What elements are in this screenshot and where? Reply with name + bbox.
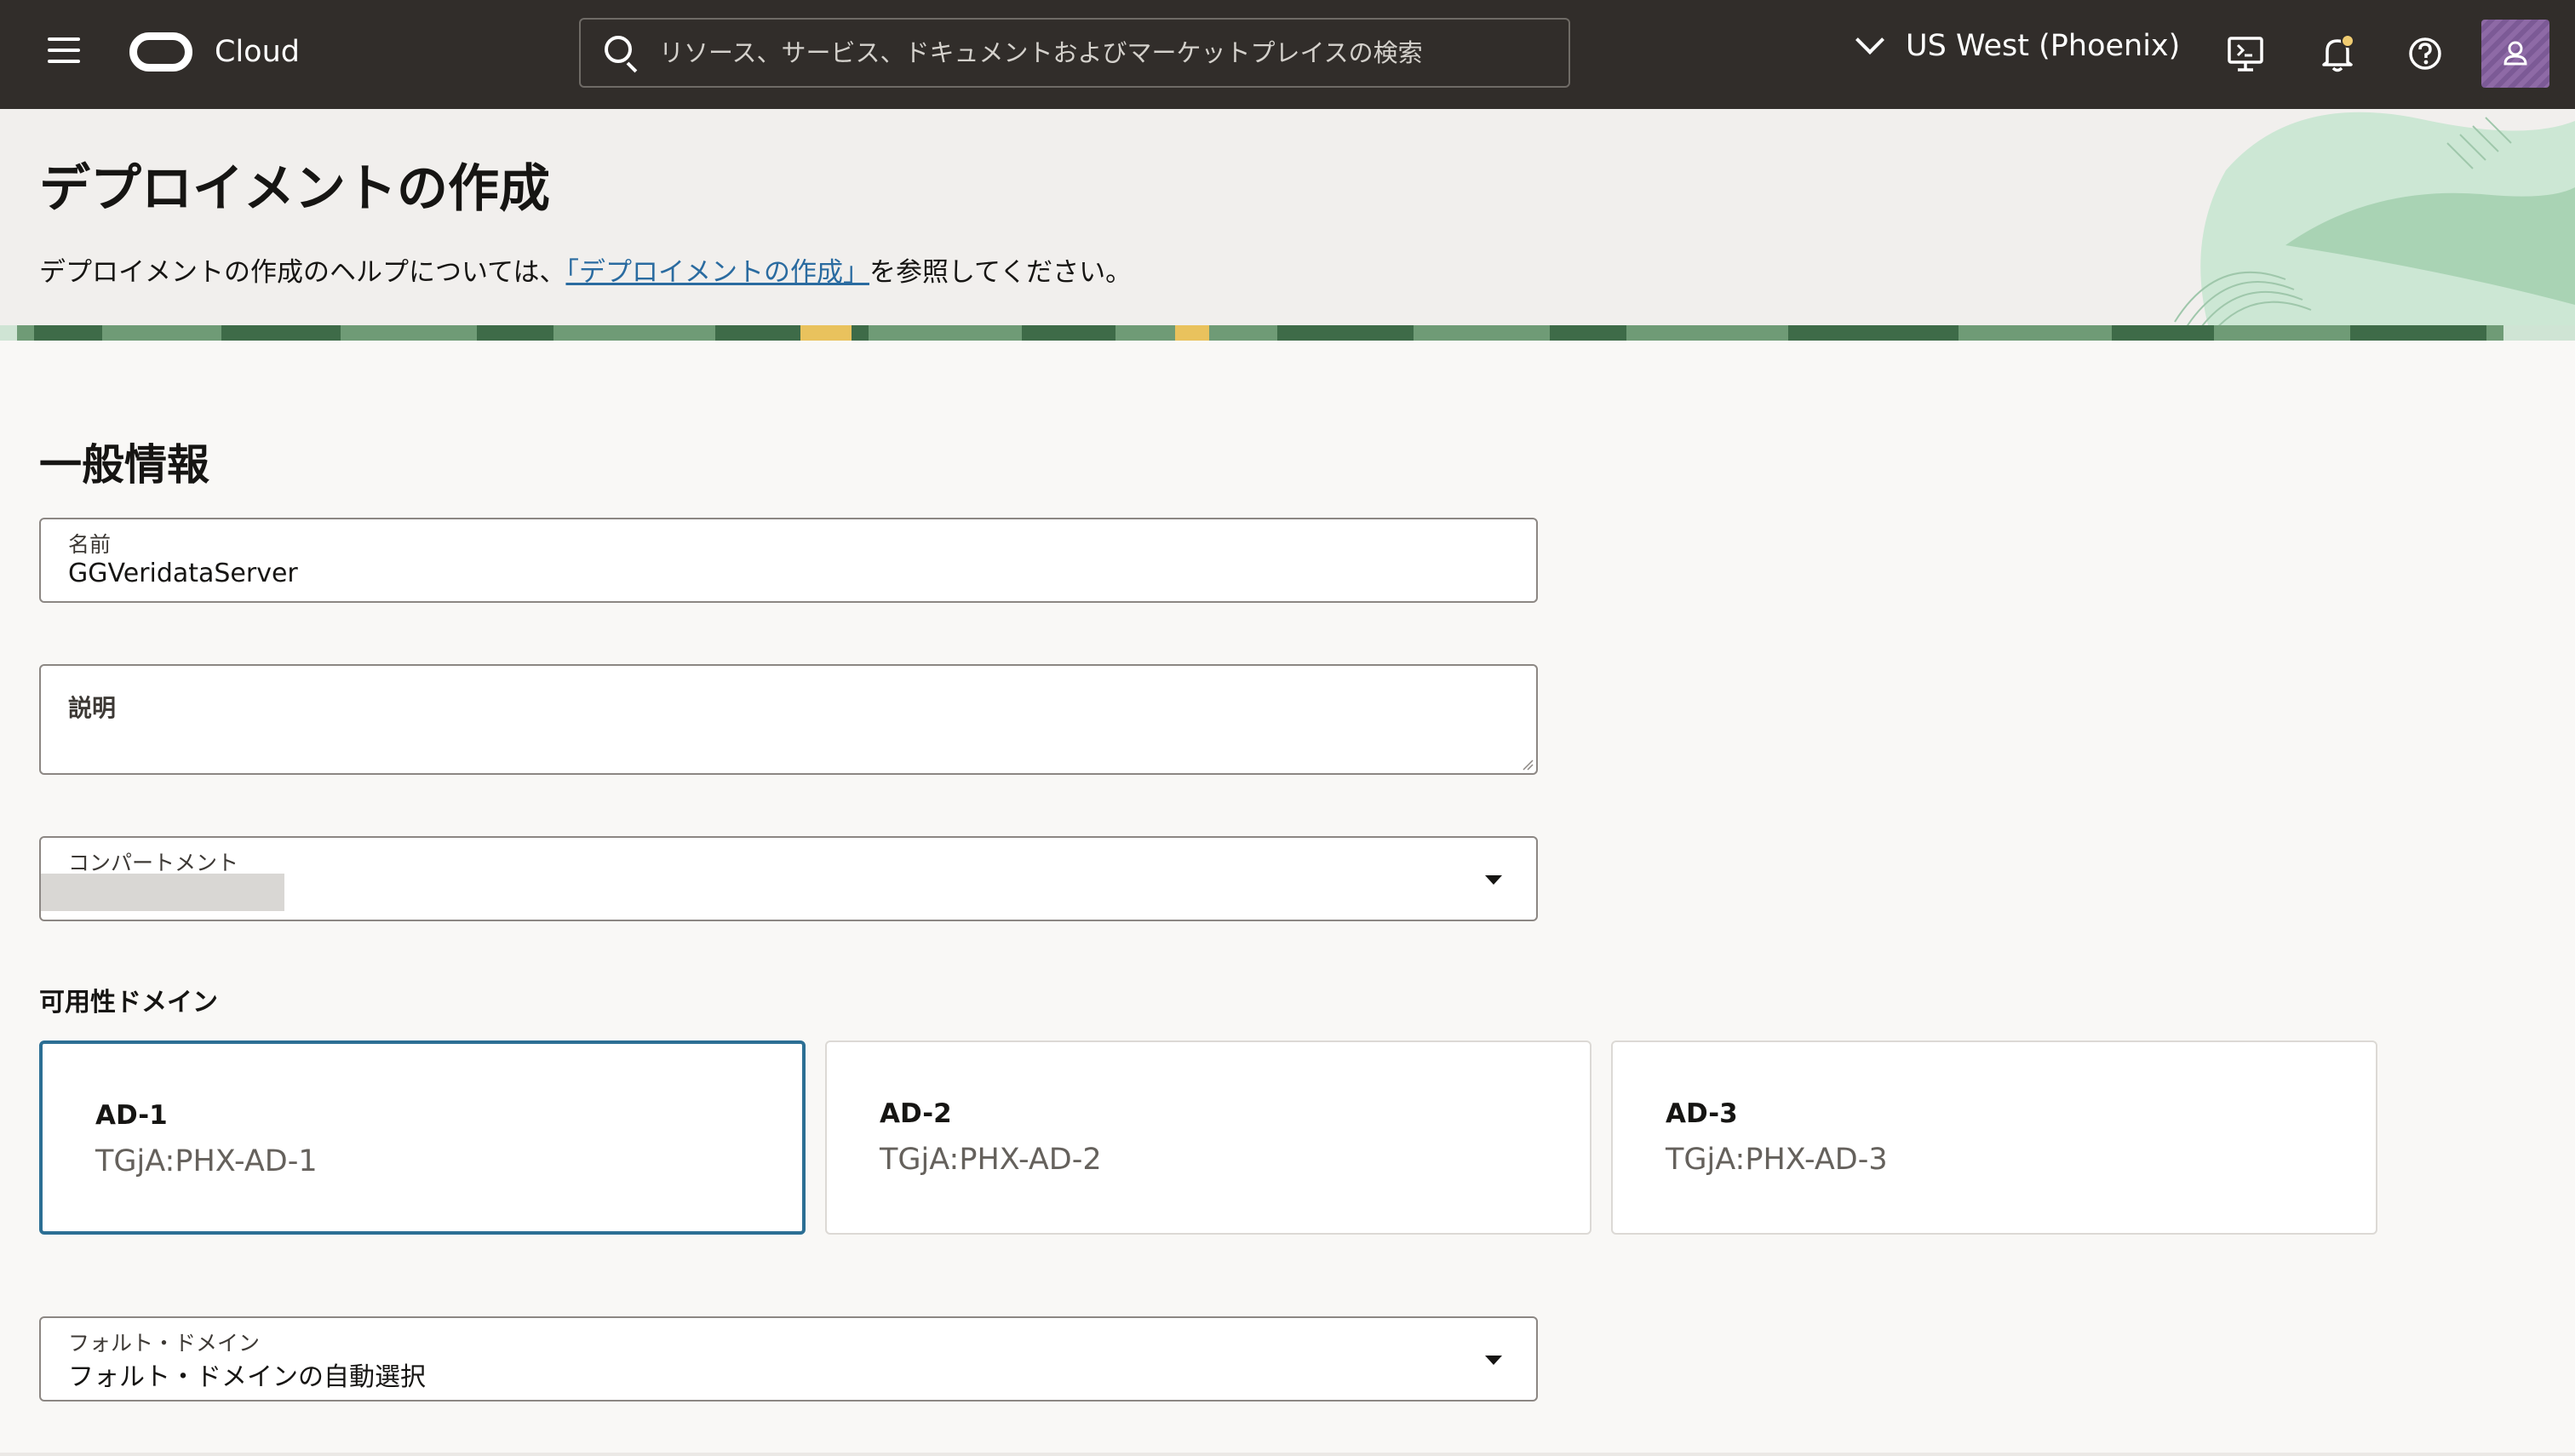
fault-domain-select[interactable]: フォルト・ドメイン フォルト・ドメインの自動選択 xyxy=(39,1316,1538,1402)
header-decoration xyxy=(2174,112,2575,341)
oracle-logo xyxy=(129,32,192,72)
bell-icon[interactable] xyxy=(2316,32,2359,75)
hamburger-menu-icon[interactable] xyxy=(48,37,80,70)
content-divider xyxy=(0,1453,2575,1456)
resize-handle-icon[interactable] xyxy=(1520,757,1534,771)
page-title: デプロイメントの作成 xyxy=(39,159,550,219)
help-text: デプロイメントの作成のヘルプについては、「デプロイメントの作成」を参照してくださ… xyxy=(39,250,1132,289)
top-navigation-bar: Cloud US West (Phoenix) xyxy=(0,0,2575,109)
cloud-shell-icon[interactable] xyxy=(2224,32,2267,75)
search-input[interactable] xyxy=(659,27,1545,78)
help-icon[interactable] xyxy=(2404,32,2446,75)
name-field[interactable]: 名前 GGVeridataServer xyxy=(39,518,1538,603)
search-icon xyxy=(603,34,640,73)
availability-domain-label: 可用性ドメイン xyxy=(39,988,218,1017)
description-field[interactable]: 説明 xyxy=(39,664,1538,775)
region-label: US West (Phoenix) xyxy=(1906,29,2181,63)
page-header: デプロイメントの作成 デプロイメントの作成のヘルプについては、「デプロイメントの… xyxy=(0,109,2575,341)
help-text-suffix: を参照してください。 xyxy=(869,257,1133,288)
fault-domain-label: フォルト・ドメイン xyxy=(68,1331,261,1356)
description-label: 説明 xyxy=(68,694,117,722)
ad-option-1[interactable]: AD-1 TGjA:PHX-AD-1 xyxy=(39,1040,806,1235)
user-icon xyxy=(2503,41,2527,66)
ad-option-name: AD-1 xyxy=(95,1100,168,1131)
dropdown-caret-icon xyxy=(1485,1356,1502,1365)
name-value[interactable]: GGVeridataServer xyxy=(68,559,298,588)
dropdown-caret-icon xyxy=(1485,875,1502,885)
ad-option-2[interactable]: AD-2 TGjA:PHX-AD-2 xyxy=(825,1040,1591,1235)
compartment-label: コンパートメント xyxy=(68,851,239,875)
oracle-cloud-logo[interactable]: Cloud xyxy=(129,32,300,72)
ad-option-id: TGjA:PHX-AD-1 xyxy=(95,1144,318,1178)
search-box[interactable] xyxy=(579,18,1570,88)
ad-option-name: AD-2 xyxy=(880,1098,952,1129)
brand-label: Cloud xyxy=(215,35,300,69)
help-text-prefix: デプロイメントの作成のヘルプについては、 xyxy=(39,257,566,288)
ad-option-id: TGjA:PHX-AD-2 xyxy=(880,1143,1102,1177)
section-title-general-info: 一般情報 xyxy=(39,440,209,490)
user-profile-button[interactable] xyxy=(2481,20,2549,88)
ad-option-name: AD-3 xyxy=(1666,1098,1738,1129)
header-stripe xyxy=(0,325,2575,341)
ad-option-3[interactable]: AD-3 TGjA:PHX-AD-3 xyxy=(1611,1040,2377,1235)
name-label: 名前 xyxy=(68,532,112,557)
chevron-down-icon xyxy=(1855,26,1884,54)
compartment-value-redacted xyxy=(41,874,284,911)
help-link[interactable]: 「デプロイメントの作成」 xyxy=(565,257,869,288)
compartment-select[interactable]: コンパートメント xyxy=(39,836,1538,921)
fault-domain-value: フォルト・ドメインの自動選択 xyxy=(68,1362,426,1392)
region-selector[interactable]: US West (Phoenix) xyxy=(1855,26,2181,63)
ad-option-id: TGjA:PHX-AD-3 xyxy=(1666,1143,1888,1177)
